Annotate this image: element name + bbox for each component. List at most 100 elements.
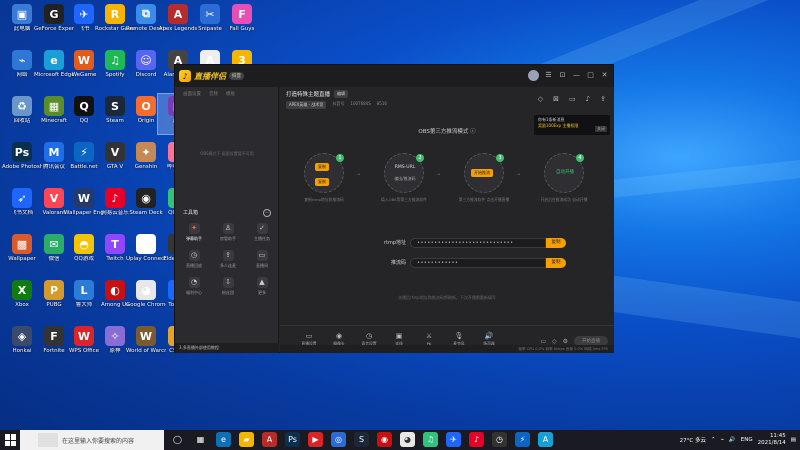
shield-icon[interactable]: ◇ [552, 338, 557, 345]
maximize-icon[interactable]: □ [586, 71, 595, 80]
taskbar-app-icon[interactable]: ◯ [170, 432, 185, 447]
volume-icon[interactable]: 🔊 [729, 437, 736, 443]
tutorial-banner[interactable]: 3.多直播外部使用教程 [175, 343, 279, 353]
copy-key-button[interactable]: 复制 [315, 178, 329, 186]
taskbar-app-icon[interactable]: ◷ [492, 432, 507, 447]
app-icon: ◕ [136, 280, 156, 300]
start-stream-button[interactable]: 开始推流 [471, 169, 493, 177]
search-placeholder: 在这里输入你要搜索的内容 [62, 438, 135, 445]
share-icon[interactable]: ⇪ [600, 95, 606, 103]
step-4-badge: 4 [576, 154, 584, 162]
taskbar-app-icon[interactable]: ▰ [239, 432, 254, 447]
app-icon: A [168, 4, 188, 24]
app-icon: V [105, 142, 125, 162]
help-icon[interactable]: ⓘ [470, 129, 476, 135]
taskbar-app-icon[interactable]: ✈ [446, 432, 461, 447]
tool-icon: ♙ [222, 223, 234, 234]
taskbar-app-icon[interactable]: A [538, 432, 553, 447]
close-icon[interactable]: ✕ [600, 71, 609, 80]
bottom-tool-icon: 🔊 [484, 332, 494, 340]
tool-icon: ▭ [256, 250, 268, 261]
arrow-icon: → [356, 172, 361, 178]
tab-scene-settings[interactable]: 画面设置 [183, 91, 201, 97]
taskbar-app-icon[interactable]: e [216, 432, 231, 447]
network-icon[interactable]: ⌁ [721, 437, 724, 443]
app-icon: P [44, 280, 64, 300]
app-icon: ☺ [136, 50, 156, 70]
language-indicator[interactable]: ENG [741, 437, 753, 443]
app-icon: W [74, 188, 94, 208]
notification-icon[interactable]: ▤ [791, 437, 796, 443]
clock[interactable]: 11:45 2021/8/14 [758, 433, 786, 447]
app-icon: ✉ [44, 234, 64, 254]
tool-item[interactable]: ▲ 更多 [245, 277, 279, 296]
step-1-circle: 1 复制 复制 [304, 153, 344, 193]
tool-item[interactable]: ◷ 直播回放 [177, 250, 211, 269]
taskbar-app-icon[interactable]: ▶ [308, 432, 323, 447]
record-icon[interactable]: ▭ [540, 338, 546, 345]
taskbar-app-icon[interactable]: Ps [285, 432, 300, 447]
user-avatar[interactable] [528, 70, 539, 81]
app-icon: ◓ [74, 234, 94, 254]
category-tag[interactable]: APEX英雄 - 战术竞 [286, 101, 327, 109]
tool-label: 更多 [258, 290, 266, 295]
taskbar-app-icon[interactable]: ♫ [423, 432, 438, 447]
bottom-tool-icon: ▭ [305, 332, 313, 340]
copy-url-button[interactable]: 复制 [315, 163, 329, 171]
tool-item[interactable]: ♙ 房管助手 [211, 223, 245, 242]
taskbar-app-icon[interactable]: ◉ [377, 432, 392, 447]
app-icon: ⚡ [74, 142, 94, 162]
copy-rtmp-button[interactable]: 复制 [546, 238, 566, 248]
app-icon: T [105, 234, 125, 254]
tool-item[interactable]: ✦ 弹幕助手 [177, 223, 211, 242]
taskbar-app-icon[interactable]: S [354, 432, 369, 447]
copy-key-field-button[interactable]: 复制 [546, 258, 566, 268]
platform-badge[interactable]: 抖音 [229, 72, 244, 80]
minimize-icon[interactable]: — [572, 71, 581, 80]
tray-chevron-icon[interactable]: ⌃ [711, 437, 716, 443]
lock-icon[interactable]: ⊠ [553, 95, 559, 103]
collapse-icon[interactable]: – [263, 209, 271, 217]
taskbar-app-icon[interactable]: A [262, 432, 277, 447]
title-bar[interactable]: ♪ 直播伴侣 抖音 ☰ ⊡ — □ ✕ [175, 65, 613, 87]
settings-icon[interactable]: ⚙ [563, 338, 568, 345]
app-name: 直播伴侣 [194, 71, 226, 81]
tool-item[interactable]: ⇪ 多人连麦 [211, 250, 245, 269]
main-panel: 打造特殊主题直播 编辑 APEX英雄 - 战术竞 抖音号 1007684S 85… [280, 87, 614, 353]
taskbar-app-icon[interactable]: ♪ [469, 432, 484, 447]
tool-label: 粉丝团 [222, 290, 234, 295]
desktop-icon-label: Fall Guys [229, 26, 255, 32]
edit-title-button[interactable]: 编辑 [334, 90, 349, 98]
step-2-line-2: 输出/推流码 [394, 176, 416, 181]
tab-audio[interactable]: 音频 [209, 91, 218, 97]
desktop-icon[interactable]: F Fall Guys [222, 2, 262, 42]
menu-icon[interactable]: ☰ [544, 71, 553, 80]
bottom-tool-icon: ◷ [365, 332, 373, 340]
step-3-circle: 3 开始推流 [464, 153, 504, 193]
taskbar-app-icon[interactable]: ▦ [193, 432, 208, 447]
stream-key-field[interactable]: •••••••••••• [410, 258, 546, 268]
app-icon: ✂ [200, 4, 220, 24]
rtmp-url-field[interactable]: •••••••••••••••••••••••••••• [410, 238, 546, 248]
mode-title: OBS第三方推流模式 ⓘ [280, 127, 614, 135]
clock-time: 11:45 [769, 433, 786, 439]
tab-template[interactable]: 模板 [226, 91, 235, 97]
bell-icon[interactable]: ♪ [586, 95, 590, 103]
taskbar-search[interactable]: 在这里输入你要搜索的内容 [20, 430, 164, 450]
app-icon: ▦ [44, 96, 64, 116]
tool-item[interactable]: ▭ 直播间 [245, 250, 279, 269]
tool-item[interactable]: ◔ 福利中心 [177, 277, 211, 296]
screen-icon[interactable]: ▭ [569, 95, 576, 103]
taskbar-app-icon[interactable]: ◎ [331, 432, 346, 447]
taskbar-app-icon[interactable]: ⚡ [515, 432, 530, 447]
app-icon: G [44, 4, 64, 24]
tool-label: 多人连麦 [220, 263, 236, 268]
windows-start-icon[interactable] [5, 434, 17, 446]
skin-icon[interactable]: ⊡ [558, 71, 567, 80]
taskbar-app-icon[interactable]: ◕ [400, 432, 415, 447]
auto-live-label[interactable]: 自动开播 [545, 169, 585, 175]
tool-item[interactable]: ⇩ 粉丝团 [211, 277, 245, 296]
weather-widget[interactable]: 27°C 多云 [680, 436, 706, 444]
diamond-icon[interactable]: ◇ [538, 95, 543, 103]
tool-item[interactable]: ✓ 主播任务 [245, 223, 279, 242]
